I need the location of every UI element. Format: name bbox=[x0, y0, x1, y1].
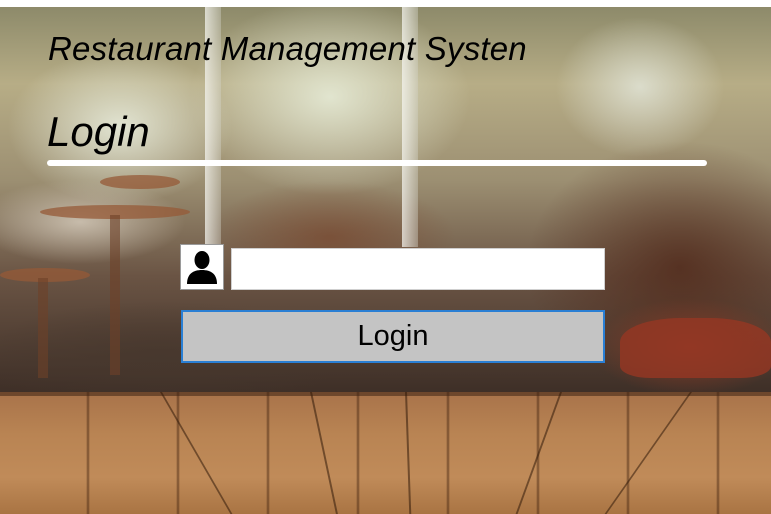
login-button[interactable]: Login bbox=[181, 310, 605, 363]
background-stool bbox=[620, 318, 771, 378]
login-heading: Login bbox=[47, 108, 150, 155]
background-table-leg bbox=[110, 215, 120, 375]
user-icon bbox=[180, 244, 224, 290]
login-window: Restaurant Management Systen Login Login bbox=[0, 0, 771, 514]
background-table-leg bbox=[38, 278, 48, 378]
background-chair bbox=[100, 175, 180, 189]
heading-divider bbox=[47, 160, 707, 166]
app-title: Restaurant Management Systen bbox=[48, 30, 527, 67]
username-input[interactable] bbox=[231, 248, 605, 290]
wooden-floor bbox=[0, 392, 771, 514]
user-silhouette-icon bbox=[187, 251, 217, 284]
